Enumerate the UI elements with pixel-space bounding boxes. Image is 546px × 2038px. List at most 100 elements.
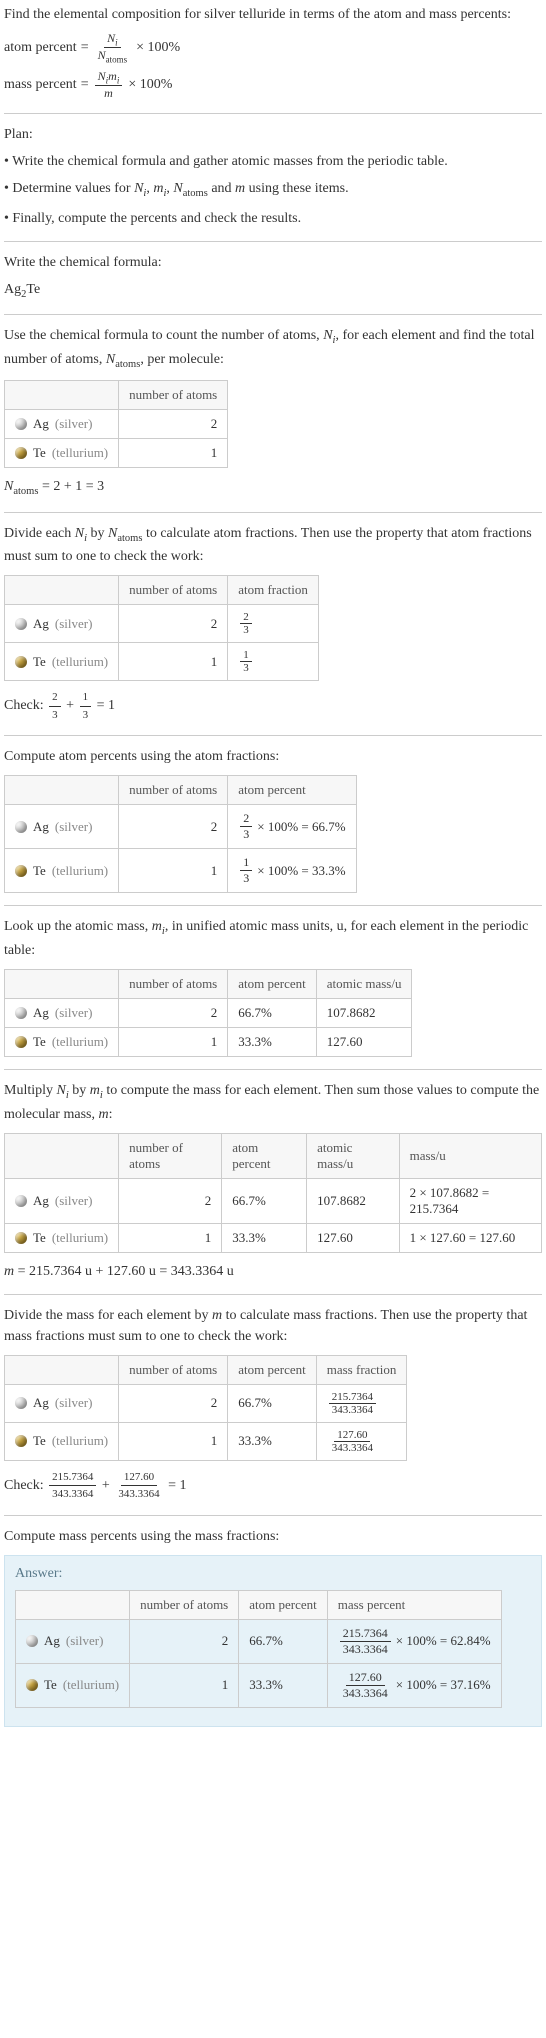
table-row: Te (tellurium) 1 33.3% 127.60 1 × 127.60… (5, 1223, 542, 1252)
equals: = (81, 77, 89, 93)
table-row: Ag (silver) 2 66.7% 215.7364343.3364 (5, 1384, 407, 1422)
table-row: Te (tellurium) 1 (5, 439, 228, 468)
atom-percent-label: atom percent (4, 40, 77, 56)
table-row: Ag (silver) 2 66.7% 215.7364343.3364 × 1… (16, 1619, 502, 1663)
chem-title: Write the chemical formula: (4, 252, 542, 273)
tellurium-dot-icon (26, 1679, 38, 1691)
header-number-atoms: number of atoms (119, 381, 228, 410)
silver-dot-icon (15, 618, 27, 630)
empty-header (5, 381, 119, 410)
mass-percent-formula: mass percent = Nimi m × 100% (4, 69, 542, 101)
silver-dot-icon (15, 821, 27, 833)
divider (4, 113, 542, 114)
atom-percents-section: Compute atom percents using the atom fra… (4, 746, 542, 893)
frac-table: number of atoms atom fraction Ag (silver… (4, 575, 319, 681)
ag-count: 2 (119, 410, 228, 439)
mult-intro: Multiply Ni by mi to compute the mass fo… (4, 1080, 542, 1125)
element-mass-section: Multiply Ni by mi to compute the mass fo… (4, 1080, 542, 1282)
table-row: Te (tellurium) 1 33.3% 127.60343.3364 × … (16, 1663, 502, 1707)
plan-title: Plan: (4, 124, 542, 145)
table-header-row: number of atoms atom percent mass percen… (16, 1590, 502, 1619)
tellurium-dot-icon (15, 1232, 27, 1244)
table-header-row: number of atoms atom percent atomic mass… (5, 970, 412, 999)
answer-box: Answer: number of atoms atom percent mas… (4, 1555, 542, 1727)
table-header-row: number of atoms atom fraction (5, 576, 319, 605)
tellurium-dot-icon (15, 865, 27, 877)
final-section: Compute mass percents using the mass fra… (4, 1526, 542, 1727)
silver-dot-icon (26, 1635, 38, 1647)
header-atom-fraction: atom fraction (228, 576, 319, 605)
massfrac-intro: Divide the mass for each element by m to… (4, 1305, 542, 1347)
te-count: 1 (119, 439, 228, 468)
header-atom-percent: atom percent (228, 776, 356, 805)
table-header-row: number of atoms atom percent (5, 776, 357, 805)
massfrac-table: number of atoms atom percent mass fracti… (4, 1355, 407, 1461)
mass-percent-label: mass percent (4, 77, 77, 93)
divider (4, 1294, 542, 1295)
chemical-formula-section: Write the chemical formula: Ag2Te (4, 252, 542, 303)
ag-mass-fraction: 215.7364343.3364 (329, 1391, 376, 1416)
te-fraction: 13 (240, 649, 252, 674)
times-100: × 100% (128, 77, 172, 93)
atompct-intro: Compute atom percents using the atom fra… (4, 746, 542, 767)
frac-intro: Divide each Ni by Natoms to calculate at… (4, 523, 542, 568)
silver-dot-icon (15, 1195, 27, 1207)
mass-fractions-section: Divide the mass for each element by m to… (4, 1305, 542, 1503)
mult-table: number of atoms atom percent atomic mass… (4, 1133, 542, 1253)
tellurium-dot-icon (15, 1435, 27, 1447)
count-table: number of atoms Ag (silver) 2 Te (tellur… (4, 380, 228, 468)
table-row: Te (tellurium) 1 33.3% 127.60 (5, 1028, 412, 1057)
final-table: number of atoms atom percent mass percen… (15, 1590, 502, 1708)
table-header-row: number of atoms atom percent atomic mass… (5, 1133, 542, 1178)
plan-section: Plan: • Write the chemical formula and g… (4, 124, 542, 229)
ag-fraction: 23 (240, 611, 252, 636)
chem-formula: Ag2Te (4, 279, 542, 303)
divider (4, 1069, 542, 1070)
header-number-atoms: number of atoms (119, 576, 228, 605)
divider (4, 735, 542, 736)
silver-dot-icon (15, 1397, 27, 1409)
element-ag: Ag (silver) (15, 416, 108, 432)
tellurium-dot-icon (15, 447, 27, 459)
intro-section: Find the elemental composition for silve… (4, 4, 542, 101)
count-intro: Use the chemical formula to count the nu… (4, 325, 542, 372)
table-row: Ag (silver) 2 (5, 410, 228, 439)
plan-line-2: • Determine values for Ni, mi, Natoms an… (4, 178, 542, 202)
table-row: Te (tellurium) 1 33.3% 127.60343.3364 (5, 1422, 407, 1460)
divider (4, 905, 542, 906)
mass-intro: Look up the atomic mass, mi, in unified … (4, 916, 542, 961)
header-number-atoms: number of atoms (119, 776, 228, 805)
equals: = (81, 40, 89, 56)
te-mass-fraction: 127.60343.3364 (329, 1429, 376, 1454)
frac-check: Check: 23 + 13 = 1 (4, 689, 542, 723)
plan-line-3: • Finally, compute the percents and chec… (4, 208, 542, 229)
divider (4, 512, 542, 513)
tellurium-dot-icon (15, 656, 27, 668)
mass-table: number of atoms atom percent atomic mass… (4, 969, 412, 1057)
plan-line-1: • Write the chemical formula and gather … (4, 151, 542, 172)
answer-label: Answer: (15, 1566, 531, 1582)
divider (4, 241, 542, 242)
atom-percent-formula: atom percent = Ni Natoms × 100% (4, 31, 542, 65)
silver-dot-icon (15, 418, 27, 430)
table-row: Ag (silver) 2 23 (5, 605, 319, 643)
element-te: Te (tellurium) (15, 445, 108, 461)
table-row: Ag (silver) 2 66.7% 107.8682 (5, 999, 412, 1028)
atomic-mass-section: Look up the atomic mass, mi, in unified … (4, 916, 542, 1057)
table-row: Ag (silver) 2 23 × 100% = 66.7% (5, 805, 357, 849)
final-intro: Compute mass percents using the mass fra… (4, 1526, 542, 1547)
table-header-row: number of atoms atom percent mass fracti… (5, 1355, 407, 1384)
table-row: Te (tellurium) 1 13 × 100% = 33.3% (5, 849, 357, 893)
silver-dot-icon (15, 1007, 27, 1019)
massfrac-check: Check: 215.7364343.3364 + 127.60343.3364… (4, 1469, 542, 1503)
fraction-nimi-m: Nimi m (95, 69, 123, 101)
times-100: × 100% (136, 40, 180, 56)
divider (4, 314, 542, 315)
table-row: Te (tellurium) 1 13 (5, 643, 319, 681)
mult-sum: m = 215.7364 u + 127.60 u = 343.3364 u (4, 1261, 542, 1282)
fraction-ni-natoms: Ni Natoms (95, 31, 131, 65)
intro-text: Find the elemental composition for silve… (4, 4, 542, 25)
atompct-table: number of atoms atom percent Ag (silver)… (4, 775, 357, 893)
tellurium-dot-icon (15, 1036, 27, 1048)
table-header-row: number of atoms (5, 381, 228, 410)
